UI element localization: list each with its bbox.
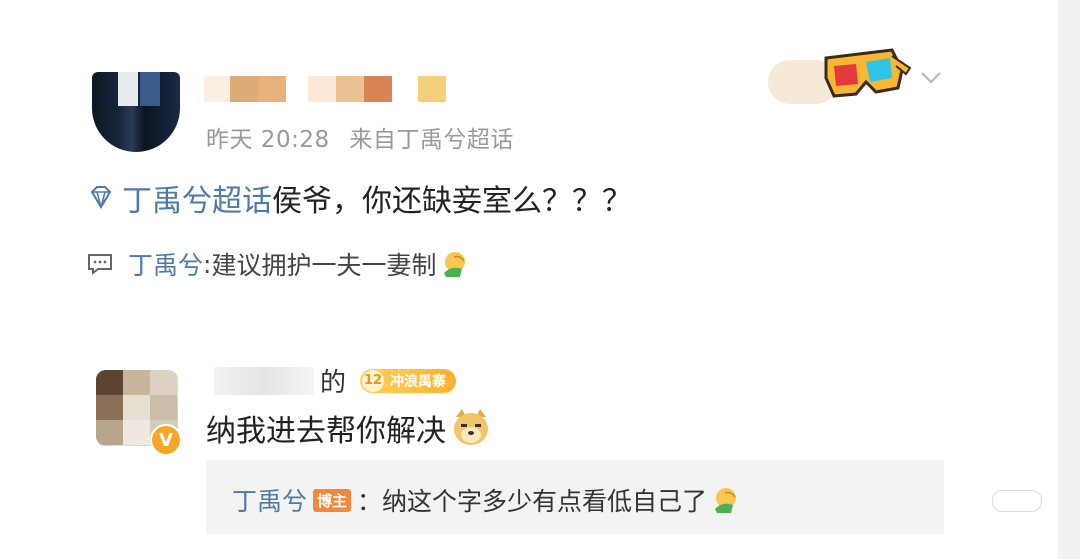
watermark-logo xyxy=(992,490,1042,512)
post-meta: 昨天 20:28 来自丁禹兮超话 xyxy=(206,120,526,154)
sub-reply: 丁禹兮 博主 ： 纳这个字多少有点看低自己了 xyxy=(232,482,741,518)
post-text: 侯爷，你还缺妾室么？？？ xyxy=(272,184,632,219)
avatar[interactable] xyxy=(92,72,180,152)
diamond-topic-icon xyxy=(90,186,112,209)
blurred-username xyxy=(214,366,314,395)
right-edge-strip xyxy=(1058,0,1080,559)
3d-glasses-icon xyxy=(824,48,912,98)
reply-separator: : xyxy=(203,249,212,279)
fan-level: 12 xyxy=(362,369,385,392)
comment-text: 纳我进去帮你解决 xyxy=(206,414,446,449)
facepalm-emoji-icon xyxy=(715,488,737,513)
verified-badge: V xyxy=(150,424,182,456)
chevron-down-icon[interactable] xyxy=(920,66,942,88)
post-content: 丁禹兮超话 侯爷，你还缺妾室么？？？ xyxy=(86,176,632,220)
doge-emoji-icon xyxy=(454,409,488,445)
sub-reply-separator: ： xyxy=(357,487,383,516)
decoration-badge xyxy=(750,48,920,108)
avatar-detail xyxy=(118,72,138,106)
blogger-tag: 博主 xyxy=(313,488,352,512)
sub-reply-author[interactable]: 丁禹兮 xyxy=(232,482,307,518)
fan-badge-name: 冲浪禹寨 xyxy=(390,373,447,390)
sub-reply-text: 纳这个字多少有点看低自己了 xyxy=(382,487,708,516)
fan-badge[interactable]: 12 冲浪禹寨 xyxy=(360,368,457,393)
comment-content: 纳我进去帮你解决 xyxy=(206,406,492,450)
facepalm-emoji-icon xyxy=(444,252,466,277)
name-suffix: 的 xyxy=(320,368,347,398)
supertopic-link[interactable]: 丁禹兮超话 xyxy=(122,176,272,220)
reply-author[interactable]: 丁禹兮 xyxy=(128,246,203,282)
comment-icon xyxy=(88,254,112,276)
post-time: 昨天 20:28 xyxy=(206,127,330,153)
featured-reply[interactable]: 丁禹兮 : 建议拥护一夫一妻制 xyxy=(86,246,470,282)
avatar-detail xyxy=(140,72,160,106)
post-source[interactable]: 来自丁禹兮超话 xyxy=(349,127,514,153)
commenter-name[interactable]: 的 12 冲浪禹寨 xyxy=(214,362,457,399)
sub-reply-box[interactable]: 丁禹兮 博主 ： 纳这个字多少有点看低自己了 xyxy=(206,460,944,534)
blurred-username[interactable] xyxy=(204,76,446,102)
reply-text: 建议拥护一夫一妻制 xyxy=(211,251,437,280)
